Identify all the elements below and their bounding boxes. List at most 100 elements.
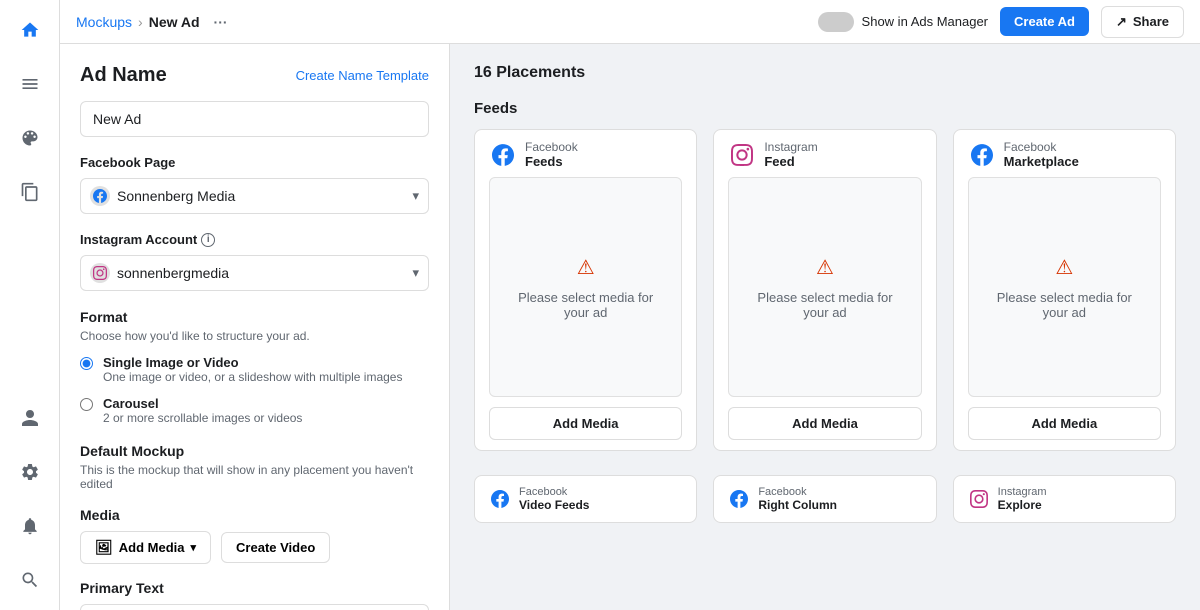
- right-column-platform: Facebook: [758, 486, 837, 498]
- add-media-icon: 🖼: [95, 539, 113, 556]
- create-video-button[interactable]: Create Video: [221, 532, 330, 563]
- single-image-label: Single Image or Video: [103, 355, 402, 370]
- share-icon: ↗: [1116, 14, 1127, 30]
- carousel-label-wrap: Carousel 2 or more scrollable images or …: [103, 396, 302, 425]
- sidebar-icon-menu[interactable]: [12, 66, 48, 102]
- primary-text-section: Primary Text: [80, 580, 429, 610]
- feed-card-facebook-marketplace-header: Facebook Marketplace: [954, 130, 1175, 177]
- instagram-info-icon[interactable]: i: [201, 233, 215, 247]
- default-mockup-title: Default Mockup: [80, 443, 429, 459]
- instagram-explore-type: Explore: [998, 498, 1047, 512]
- sidebar-icon-copy[interactable]: [12, 174, 48, 210]
- default-mockup-section: Default Mockup This is the mockup that w…: [80, 443, 429, 491]
- bottom-feed-card-video-feeds: Facebook Video Feeds: [474, 475, 697, 523]
- feeds-title: Feeds: [474, 100, 1176, 117]
- more-options-icon[interactable]: ···: [214, 14, 228, 30]
- single-image-radio[interactable]: [80, 357, 93, 370]
- bottom-feeds-grid: Facebook Video Feeds Facebook Right Colu…: [474, 475, 1176, 523]
- instagram-account-select[interactable]: sonnenbergmedia: [80, 255, 429, 291]
- facebook-marketplace-header-text: Facebook Marketplace: [1004, 140, 1079, 169]
- ad-name-input[interactable]: [80, 101, 429, 137]
- ads-manager-toggle-wrap: Show in Ads Manager: [818, 12, 988, 32]
- sidebar-icon-notifications[interactable]: [12, 508, 48, 544]
- facebook-feeds-header-text: Facebook Feeds: [525, 140, 578, 169]
- instagram-account-label: Instagram Account i: [80, 232, 429, 247]
- instagram-feed-add-media-button[interactable]: Add Media: [728, 407, 921, 440]
- instagram-account-select-wrap: sonnenbergmedia ▾: [80, 255, 429, 291]
- primary-text-title: Primary Text: [80, 580, 429, 596]
- facebook-page-select-wrap: Sonnenberg Media ▾: [80, 178, 429, 214]
- instagram-feed-warning-icon: ⚠: [816, 255, 834, 280]
- breadcrumb-separator: ›: [138, 14, 143, 30]
- facebook-marketplace-type: Marketplace: [1004, 154, 1079, 169]
- ads-manager-toggle[interactable]: [818, 12, 854, 32]
- carousel-radio[interactable]: [80, 398, 93, 411]
- facebook-feeds-card-body: ⚠ Please select media for your ad: [489, 177, 682, 397]
- bottom-feed-right-column-header: Facebook Right Column: [728, 486, 921, 512]
- single-image-radio-option[interactable]: Single Image or Video One image or video…: [80, 355, 429, 384]
- breadcrumb: Mockups › New Ad ···: [76, 14, 818, 30]
- share-label: Share: [1133, 14, 1169, 29]
- instagram-feed-header-text: Instagram Feed: [764, 140, 817, 169]
- create-ad-button[interactable]: Create Ad: [1000, 7, 1089, 36]
- facebook-marketplace-platform-icon: [968, 141, 996, 169]
- facebook-page-icon: [90, 186, 110, 206]
- sidebar-icon-palette[interactable]: [12, 120, 48, 156]
- add-media-dropdown-icon: ▾: [191, 541, 197, 554]
- video-feeds-platform-icon: [489, 488, 511, 510]
- sidebar-icon-settings[interactable]: [12, 454, 48, 490]
- format-description: Choose how you'd like to structure your …: [80, 329, 429, 343]
- facebook-marketplace-warning-icon: ⚠: [1055, 255, 1073, 280]
- video-feeds-platform: Facebook: [519, 486, 589, 498]
- sidebar-bottom: [12, 400, 48, 598]
- topbar: Mockups › New Ad ··· Show in Ads Manager…: [60, 0, 1200, 44]
- bottom-feed-instagram-explore-header: Instagram Explore: [968, 486, 1161, 512]
- facebook-marketplace-warning-text: Please select media for your ad: [985, 290, 1144, 320]
- instagram-explore-platform: Instagram: [998, 486, 1047, 498]
- default-mockup-description: This is the mockup that will show in any…: [80, 463, 429, 491]
- carousel-desc: 2 or more scrollable images or videos: [103, 411, 302, 425]
- sidebar-icon-search[interactable]: [12, 562, 48, 598]
- video-feeds-header-text: Facebook Video Feeds: [519, 486, 589, 512]
- add-media-button[interactable]: 🖼 Add Media ▾: [80, 531, 211, 564]
- left-panel: Ad Name Create Name Template Facebook Pa…: [60, 44, 450, 610]
- facebook-page-select[interactable]: Sonnenberg Media: [80, 178, 429, 214]
- instagram-explore-platform-icon: [968, 488, 990, 510]
- feed-card-instagram-feed: Instagram Feed ⚠ Please select media for…: [713, 129, 936, 451]
- feed-card-facebook-feeds: Facebook Feeds ⚠ Please select media for…: [474, 129, 697, 451]
- right-panel: 16 Placements Feeds Facebook Feeds: [450, 44, 1200, 610]
- bottom-feed-card-right-column: Facebook Right Column: [713, 475, 936, 523]
- facebook-page-label: Facebook Page: [80, 155, 429, 170]
- format-section: Format Choose how you'd like to structur…: [80, 309, 429, 425]
- facebook-feeds-warning-icon: ⚠: [577, 255, 595, 280]
- facebook-marketplace-add-media-button[interactable]: Add Media: [968, 407, 1161, 440]
- facebook-feeds-card-footer: Add Media: [475, 397, 696, 450]
- instagram-feed-card-footer: Add Media: [714, 397, 935, 450]
- share-button[interactable]: ↗ Share: [1101, 6, 1184, 38]
- breadcrumb-parent[interactable]: Mockups: [76, 14, 132, 30]
- carousel-label: Carousel: [103, 396, 302, 411]
- facebook-marketplace-card-body: ⚠ Please select media for your ad: [968, 177, 1161, 397]
- right-column-platform-icon: [728, 488, 750, 510]
- facebook-feeds-warning-text: Please select media for your ad: [506, 290, 665, 320]
- primary-text-input[interactable]: [80, 604, 429, 610]
- feed-card-facebook-feeds-header: Facebook Feeds: [475, 130, 696, 177]
- instagram-feed-type: Feed: [764, 154, 817, 169]
- instagram-feed-warning-text: Please select media for your ad: [745, 290, 904, 320]
- create-name-template-link[interactable]: Create Name Template: [296, 68, 429, 83]
- feed-card-facebook-marketplace: Facebook Marketplace ⚠ Please select med…: [953, 129, 1176, 451]
- ad-name-section-header: Ad Name Create Name Template: [80, 64, 429, 87]
- sidebar-icon-home[interactable]: [12, 12, 48, 48]
- carousel-radio-option[interactable]: Carousel 2 or more scrollable images or …: [80, 396, 429, 425]
- facebook-feeds-add-media-button[interactable]: Add Media: [489, 407, 682, 440]
- format-title: Format: [80, 309, 429, 325]
- topbar-actions: Show in Ads Manager Create Ad ↗ Share: [818, 6, 1184, 38]
- bottom-feed-card-instagram-explore: Instagram Explore: [953, 475, 1176, 523]
- single-image-desc: One image or video, or a slideshow with …: [103, 370, 402, 384]
- facebook-feeds-platform-icon: [489, 141, 517, 169]
- sidebar-icon-account[interactable]: [12, 400, 48, 436]
- feeds-section: Feeds Facebook Feeds ⚠: [474, 100, 1176, 451]
- instagram-explore-header-text: Instagram Explore: [998, 486, 1047, 512]
- bottom-feed-video-feeds-header: Facebook Video Feeds: [489, 486, 682, 512]
- main-content: Ad Name Create Name Template Facebook Pa…: [60, 44, 1200, 610]
